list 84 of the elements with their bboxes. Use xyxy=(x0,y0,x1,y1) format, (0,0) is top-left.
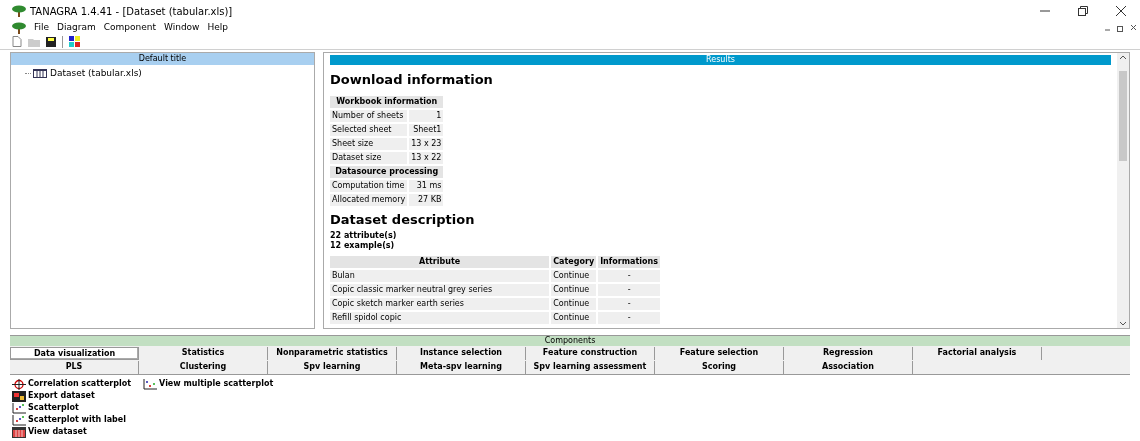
component-tab[interactable]: Spv learning assessment xyxy=(526,360,655,374)
component-tab[interactable]: Regression xyxy=(784,346,913,360)
table-cell: Continue xyxy=(551,298,597,310)
table-cell: Continue xyxy=(551,284,597,296)
table-cell: Continue xyxy=(551,312,597,324)
component-tab[interactable]: Scoring xyxy=(655,360,784,374)
table-cell: 1 xyxy=(409,109,444,122)
table-cell: 13 x 23 xyxy=(409,137,444,150)
table-cell: Dataset size xyxy=(330,151,408,164)
menu-item[interactable]: Help xyxy=(207,21,228,35)
table-cell: - xyxy=(598,270,660,282)
component-tab[interactable]: Meta-spv learning xyxy=(397,360,526,374)
menu-item[interactable]: File xyxy=(34,21,50,35)
component-tab[interactable]: Feature selection xyxy=(655,346,784,360)
scatterplot-icon xyxy=(12,402,26,414)
summary-text: 22 attribute(s) xyxy=(330,231,398,241)
table-cell: Copic sketch marker earth series xyxy=(330,298,550,310)
component-tab[interactable]: PLS xyxy=(10,360,139,374)
tool-list-item[interactable]: View multiple scatterplot xyxy=(143,378,274,390)
menu-item[interactable]: Diagram xyxy=(57,21,96,35)
export-icon xyxy=(12,390,26,402)
component-tab[interactable]: Data visualization xyxy=(10,346,139,360)
table-cell: - xyxy=(598,312,660,324)
component-tab[interactable]: Clustering xyxy=(139,360,268,374)
tool-list-item[interactable]: Scatterplot with label xyxy=(12,414,132,426)
table-cell: Sheet1 xyxy=(409,123,444,136)
tool-list-item[interactable]: Scatterplot xyxy=(12,402,132,414)
chevron-down-icon[interactable] xyxy=(1119,321,1127,326)
components-title: Components xyxy=(10,336,1130,346)
tree-item[interactable]: Dataset (tabular.xls) xyxy=(49,67,143,81)
panel-title: Results xyxy=(330,55,1111,65)
component-tab[interactable]: Factorial analysis xyxy=(913,346,1042,360)
crosshair-icon xyxy=(12,378,26,390)
section-heading: Dataset description xyxy=(330,210,476,229)
table-cell: 13 x 22 xyxy=(409,151,444,164)
table-cell: Continue xyxy=(551,270,597,282)
table-cell: Copic classic marker neutral grey series xyxy=(330,284,550,296)
table-cell: Bulan xyxy=(330,270,550,282)
column-header: Category xyxy=(551,256,597,268)
table-cell: - xyxy=(598,284,660,296)
menu-item[interactable]: Component xyxy=(103,21,156,35)
window-title: TANAGRA 1.4.41 - [Dataset (tabular.xls)] xyxy=(30,4,233,19)
new-file-icon[interactable] xyxy=(12,36,22,47)
table-cell: 31 ms xyxy=(409,179,444,192)
column-header: Informations xyxy=(598,256,660,268)
component-tab[interactable]: Spv learning xyxy=(268,360,397,374)
table-cell: - xyxy=(598,298,660,310)
colored-squares-icon[interactable] xyxy=(69,36,81,47)
chevron-up-icon[interactable] xyxy=(1119,55,1127,60)
table-cell: Refill spidol copic xyxy=(330,312,550,324)
table-cell: 27 KB xyxy=(409,193,444,206)
tool-list-item[interactable]: Export dataset xyxy=(12,390,132,402)
component-tab[interactable]: Instance selection xyxy=(397,346,526,360)
menu-item[interactable]: Window xyxy=(164,21,200,35)
tool-list-item[interactable]: Correlation scatterplot xyxy=(12,378,132,390)
table-cell: Allocated memory xyxy=(330,193,408,206)
table-cell: Computation time xyxy=(330,179,408,192)
component-tab[interactable]: Nonparametric statistics xyxy=(268,346,397,360)
section-heading: Download information xyxy=(330,71,494,89)
table-cell: Selected sheet xyxy=(330,123,408,136)
scatterplot-icon xyxy=(12,414,26,426)
table-cell: Sheet size xyxy=(330,137,408,150)
column-header: Attribute xyxy=(330,256,550,268)
tool-list-item[interactable]: View dataset xyxy=(12,426,132,438)
close-icon[interactable] xyxy=(1129,24,1138,32)
panel-title: Default title xyxy=(11,53,314,65)
component-tab[interactable]: Feature construction xyxy=(526,346,655,360)
scatterplot-matrix-icon xyxy=(143,378,158,390)
component-tab[interactable]: Association xyxy=(784,360,913,374)
scrollbar[interactable] xyxy=(1117,53,1129,328)
table-header: Datasource processing xyxy=(330,165,444,178)
restore-icon[interactable] xyxy=(1116,24,1125,32)
restore-icon[interactable] xyxy=(1078,6,1088,16)
table-cell: Number of sheets xyxy=(330,109,408,122)
summary-text: 12 example(s) xyxy=(330,241,396,251)
table-icon xyxy=(12,426,26,438)
tree-icon xyxy=(12,22,26,34)
component-tab[interactable]: Statistics xyxy=(139,346,268,360)
tree-icon xyxy=(12,5,26,17)
table-header: Workbook information xyxy=(330,95,444,108)
scrollbar-thumb[interactable] xyxy=(1119,70,1127,161)
close-icon[interactable] xyxy=(1116,6,1126,16)
save-icon[interactable] xyxy=(46,36,56,47)
table-icon xyxy=(33,69,47,79)
